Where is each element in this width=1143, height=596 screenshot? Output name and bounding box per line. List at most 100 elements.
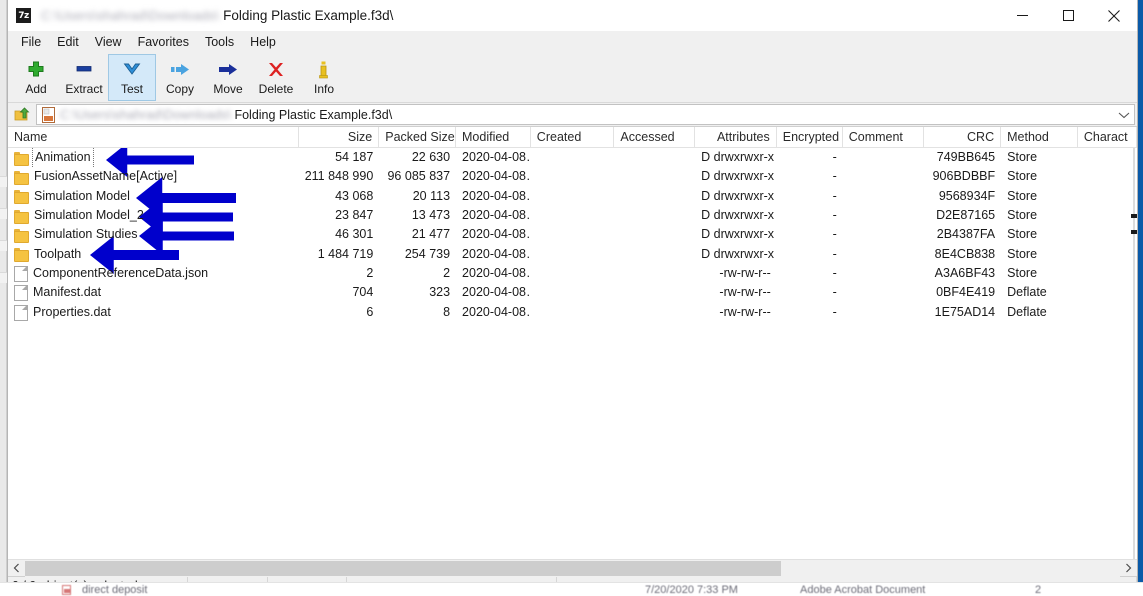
column-header-encrypted[interactable]: Encrypted xyxy=(777,127,843,147)
table-row[interactable]: Simulation Studies 46 301 21 477 2020-04-08… xyxy=(8,225,1137,244)
menu-item-help[interactable]: Help xyxy=(242,32,284,53)
cell-encrypted: - xyxy=(832,285,837,300)
chevron-down-icon[interactable] xyxy=(1118,105,1130,124)
address-field[interactable]: C:\Users\shahrad\Downloads\ Folding Plas… xyxy=(36,104,1135,125)
background-row-type: Adobe Acrobat Document xyxy=(800,584,926,596)
window-controls xyxy=(999,0,1137,31)
cell-method: Store xyxy=(1007,208,1038,223)
column-header-method[interactable]: Method xyxy=(1001,127,1078,147)
file-name-label: Manifest.dat xyxy=(33,285,102,300)
table-row[interactable]: Manifest.dat 704 323 2020-04-08… -rw-rw-r-- -… xyxy=(8,283,1137,302)
column-header-modified[interactable]: Modified xyxy=(456,127,531,147)
horizontal-scrollbar-track[interactable] xyxy=(25,559,1120,577)
horizontal-scrollbar[interactable] xyxy=(8,559,1137,577)
extract-button[interactable]: Extract xyxy=(60,54,108,101)
menu-item-edit[interactable]: Edit xyxy=(49,32,87,53)
background-window-right-edge xyxy=(1138,0,1143,596)
delete-button-label: Delete xyxy=(258,82,294,96)
cell-size: 6 xyxy=(366,304,374,319)
titlebar-archive-name: Folding Plastic Example.f3d\ xyxy=(223,7,394,23)
add-button-label: Add xyxy=(25,82,47,96)
cell-encrypted: - xyxy=(832,246,837,261)
column-header-size[interactable]: Size xyxy=(299,127,380,147)
cell-method: Store xyxy=(1007,150,1038,165)
menu-item-favorites[interactable]: Favorites xyxy=(130,32,197,53)
cell-attributes: -rw-rw-r-- xyxy=(719,285,771,300)
extract-button-label: Extract xyxy=(65,82,103,96)
file-name-cell[interactable]: Simulation Model_2 xyxy=(8,206,299,225)
minimize-button[interactable] xyxy=(999,0,1045,31)
cell-attributes: D drwxrwxr-x xyxy=(701,208,775,223)
column-header-crc[interactable]: CRC xyxy=(924,127,1002,147)
table-row[interactable]: Simulation Model_2 23 847 13 473 2020-04-08… xyxy=(8,206,1137,225)
table-row[interactable]: ComponentReferenceData.json 2 2 2020-04-08…… xyxy=(8,264,1137,283)
column-header-attributes[interactable]: Attributes xyxy=(695,127,777,147)
vertical-scrollbar-track xyxy=(1133,148,1135,559)
menu-item-file[interactable]: File xyxy=(13,32,49,53)
file-rows: Animation 54 187 22 630 2020-04-08… D drwxrw… xyxy=(8,148,1137,559)
folder-icon xyxy=(14,228,29,243)
cell-method: Store xyxy=(1007,188,1038,203)
background-row-tick xyxy=(0,208,7,219)
cell-crc: 749BB645 xyxy=(936,150,996,165)
column-header-accessed[interactable]: Accessed xyxy=(614,127,696,147)
menu-item-tools[interactable]: Tools xyxy=(197,32,242,53)
cell-method: Deflate xyxy=(1007,285,1047,300)
titlebar-path-blurred: C:\Users\shahrad\Downloads\ xyxy=(41,7,220,23)
column-header-created[interactable]: Created xyxy=(531,127,615,147)
menu-item-view[interactable]: View xyxy=(87,32,130,53)
cell-modified: 2020-04-08… xyxy=(462,285,531,300)
cell-attributes: D drwxrwxr-x xyxy=(701,227,775,242)
horizontal-scrollbar-thumb[interactable] xyxy=(25,560,781,576)
folder-icon xyxy=(14,151,29,166)
up-folder-icon[interactable] xyxy=(10,104,34,125)
column-header-charact[interactable]: Charact xyxy=(1078,127,1137,147)
table-row[interactable]: FusionAssetName[Active] 211 848 990 96 085… xyxy=(8,167,1137,186)
cell-method: Store xyxy=(1007,227,1038,242)
cell-packed: 21 477 xyxy=(411,227,451,242)
vertical-scrollbar[interactable] xyxy=(1121,148,1137,559)
add-button[interactable]: Add xyxy=(12,54,60,101)
info-button[interactable]: Info xyxy=(300,54,348,101)
move-button[interactable]: Move xyxy=(204,54,252,101)
file-name-cell[interactable]: Simulation Studies xyxy=(8,225,299,244)
file-name-label: FusionAssetName[Active] xyxy=(34,169,178,184)
delete-button[interactable]: Delete xyxy=(252,54,300,101)
maximize-button[interactable] xyxy=(1045,0,1091,31)
file-name-cell[interactable]: Animation xyxy=(8,148,299,168)
cell-encrypted: - xyxy=(832,169,837,184)
vertical-scrollbar-mark xyxy=(1131,214,1137,218)
file-name-cell[interactable]: FusionAssetName[Active] xyxy=(8,167,299,186)
file-icon xyxy=(14,285,28,302)
file-name-cell[interactable]: Toolpath xyxy=(8,245,299,264)
cell-method: Store xyxy=(1007,246,1038,261)
table-row[interactable]: Properties.dat 6 8 2020-04-08… -rw-rw-r-- - 1E… xyxy=(8,302,1137,321)
cell-method: Store xyxy=(1007,265,1038,280)
background-row-tick xyxy=(0,240,7,251)
file-name-cell[interactable]: Manifest.dat xyxy=(8,283,299,302)
file-name-cell[interactable]: Properties.dat xyxy=(8,303,299,322)
column-header-comment[interactable]: Comment xyxy=(843,127,925,147)
file-name-cell[interactable]: ComponentReferenceData.json xyxy=(8,264,299,283)
background-window-left-strip xyxy=(0,0,7,596)
cell-size: 704 xyxy=(352,285,374,300)
column-header-name[interactable]: Name xyxy=(8,127,299,147)
background-row-size: 2 xyxy=(1035,584,1042,596)
cell-encrypted: - xyxy=(832,304,837,319)
test-button[interactable]: Test xyxy=(108,54,156,101)
column-header-packed-size[interactable]: Packed Size xyxy=(379,127,456,147)
table-row[interactable]: Simulation Model 43 068 20 113 2020-04-08… D… xyxy=(8,187,1137,206)
file-name-cell[interactable]: Simulation Model xyxy=(8,187,299,206)
table-row[interactable]: Animation 54 187 22 630 2020-04-08… D drwxrw… xyxy=(8,148,1137,168)
chevron-right-icon[interactable] xyxy=(1120,560,1137,577)
table-row[interactable]: Toolpath 1 484 719 254 739 2020-04-08… D drw… xyxy=(8,244,1137,263)
chevron-left-icon[interactable] xyxy=(8,560,25,577)
close-button[interactable] xyxy=(1091,0,1137,31)
background-row-date: 7/20/2020 7:33 PM xyxy=(645,584,738,596)
copy-button[interactable]: Copy xyxy=(156,54,204,101)
cell-encrypted: - xyxy=(832,188,837,203)
test-button-label: Test xyxy=(120,82,143,96)
cell-size: 46 301 xyxy=(335,227,374,242)
seven-zip-window: 7z C:\Users\shahrad\Downloads\ Folding P… xyxy=(7,0,1138,596)
menubar: File Edit View Favorites Tools Help xyxy=(8,31,1137,54)
